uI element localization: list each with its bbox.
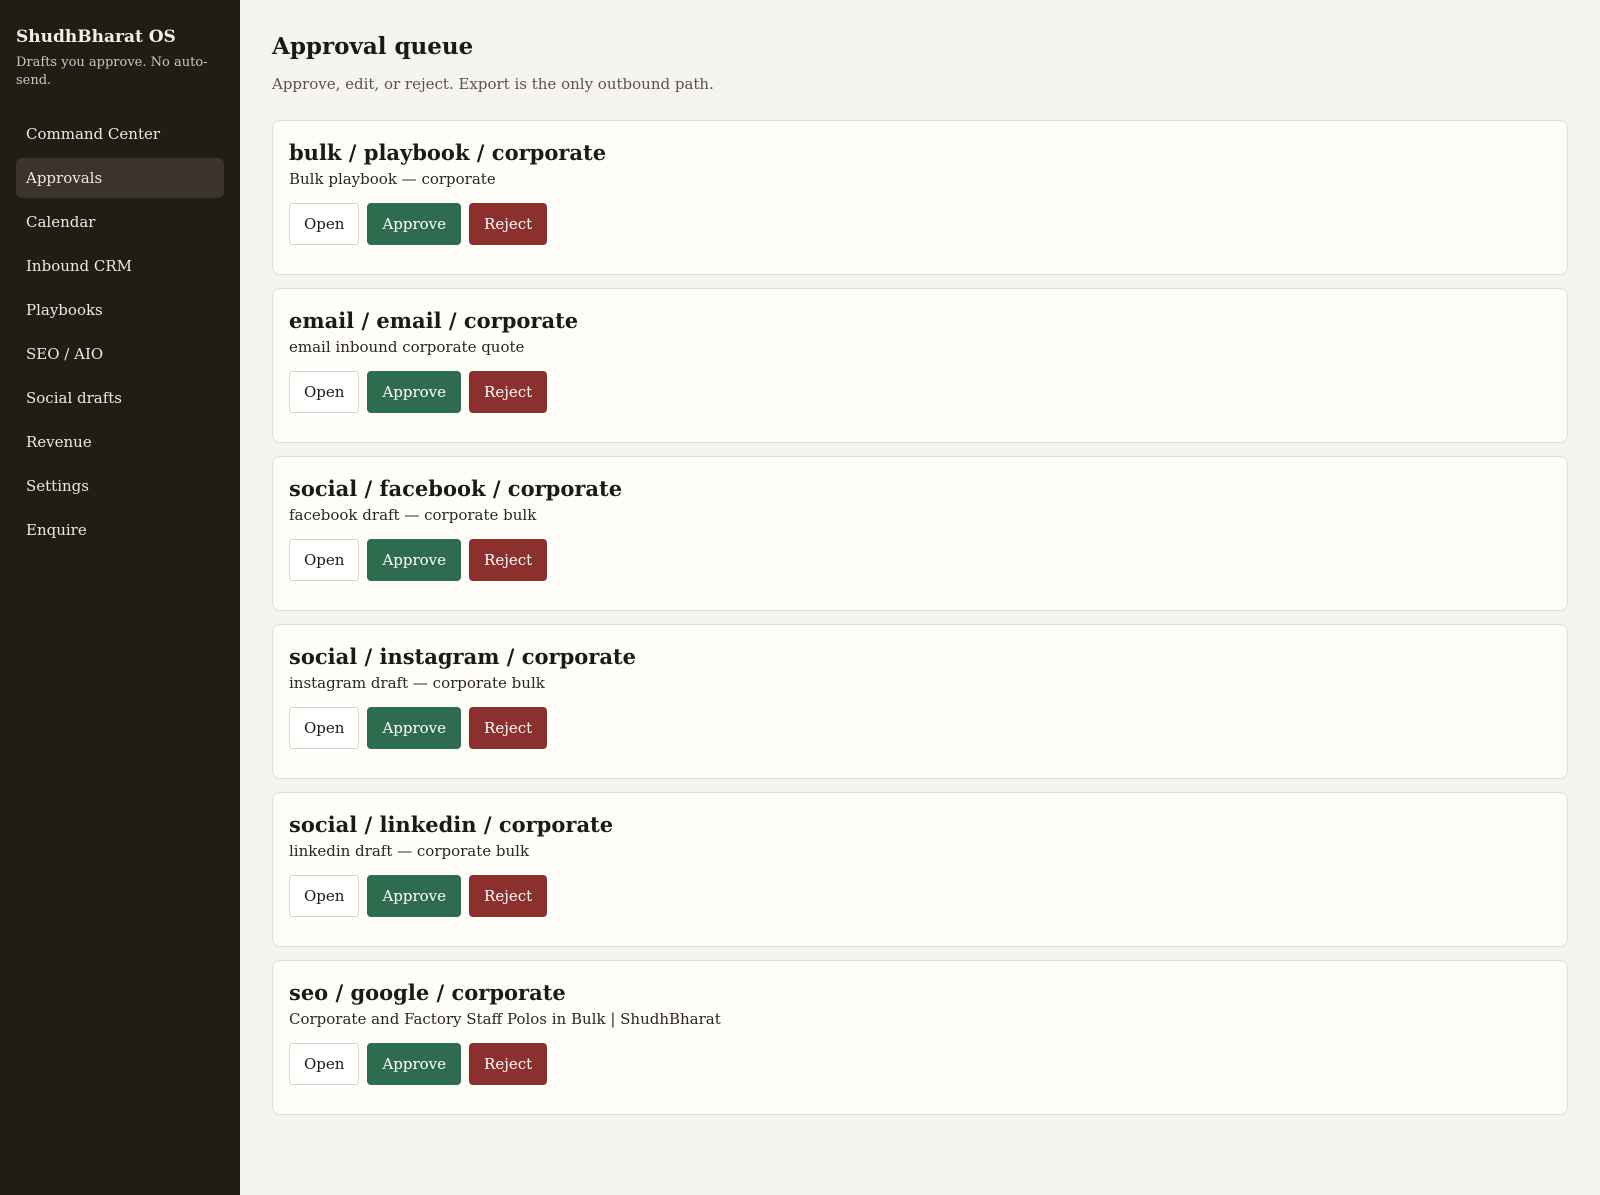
approval-card-description: email inbound corporate quote <box>289 338 525 356</box>
approval-card-description: facebook draft — corporate bulk <box>289 506 537 524</box>
page-subtitle: Approve, edit, or reject. Export is the … <box>272 75 714 93</box>
open-button[interactable]: Open <box>289 1043 360 1085</box>
sidebar: ShudhBharat OS Drafts you approve. No au… <box>0 0 240 1195</box>
approval-card-description: Corporate and Factory Staff Polos in Bul… <box>289 1010 721 1028</box>
open-button[interactable]: Open <box>289 203 360 245</box>
open-button[interactable]: Open <box>289 875 360 917</box>
sidebar-item-playbooks[interactable]: Playbooks <box>16 290 224 330</box>
approve-button[interactable]: Approve <box>367 875 462 917</box>
approval-card-actions: Open Approve Reject <box>289 203 1551 245</box>
reject-button[interactable]: Reject <box>469 371 548 413</box>
reject-button[interactable]: Reject <box>469 1043 548 1085</box>
approval-card-title: social / linkedin / corporate <box>289 812 614 837</box>
sidebar-item-social-drafts[interactable]: Social drafts <box>16 378 224 418</box>
open-button[interactable]: Open <box>289 371 360 413</box>
approve-button[interactable]: Approve <box>367 707 462 749</box>
sidebar-item-enquire[interactable]: Enquire <box>16 510 224 550</box>
approval-card-actions: Open Approve Reject <box>289 1043 1551 1085</box>
approval-card: seo / google / corporate Corporate and F… <box>272 960 1568 1115</box>
approval-card-title: social / instagram / corporate <box>289 644 636 669</box>
sidebar-nav: Command Center Approvals Calendar Inboun… <box>16 114 224 550</box>
approval-card: social / facebook / corporate facebook d… <box>272 456 1568 611</box>
approval-card-title: seo / google / corporate <box>289 980 566 1005</box>
approve-button[interactable]: Approve <box>367 539 462 581</box>
approval-card-title: email / email / corporate <box>289 308 579 333</box>
approve-button[interactable]: Approve <box>367 371 462 413</box>
main-content: Approval queue Approve, edit, or reject.… <box>240 0 1600 1195</box>
open-button[interactable]: Open <box>289 539 360 581</box>
sidebar-item-seo-aio[interactable]: SEO / AIO <box>16 334 224 374</box>
approval-card-title: social / facebook / corporate <box>289 476 623 501</box>
approval-card-description: linkedin draft — corporate bulk <box>289 842 530 860</box>
sidebar-item-settings[interactable]: Settings <box>16 466 224 506</box>
approval-card-description: Bulk playbook — corporate <box>289 170 496 188</box>
approval-queue: bulk / playbook / corporate Bulk playboo… <box>272 120 1568 1115</box>
approval-card: social / linkedin / corporate linkedin d… <box>272 792 1568 947</box>
reject-button[interactable]: Reject <box>469 539 548 581</box>
page-title: Approval queue <box>272 33 474 60</box>
approval-card: email / email / corporate email inbound … <box>272 288 1568 443</box>
reject-button[interactable]: Reject <box>469 203 548 245</box>
approval-card-title: bulk / playbook / corporate <box>289 140 607 165</box>
sidebar-item-inbound-crm[interactable]: Inbound CRM <box>16 246 224 286</box>
reject-button[interactable]: Reject <box>469 875 548 917</box>
app-tagline: Drafts you approve. No auto-send. <box>16 55 208 88</box>
approval-card: social / instagram / corporate instagram… <box>272 624 1568 779</box>
approval-card-description: instagram draft — corporate bulk <box>289 674 545 692</box>
approve-button[interactable]: Approve <box>367 203 462 245</box>
approval-card: bulk / playbook / corporate Bulk playboo… <box>272 120 1568 275</box>
app-brand: ShudhBharat OS <box>16 27 176 47</box>
reject-button[interactable]: Reject <box>469 707 548 749</box>
approval-card-actions: Open Approve Reject <box>289 707 1551 749</box>
sidebar-item-approvals[interactable]: Approvals <box>16 158 224 198</box>
sidebar-item-command-center[interactable]: Command Center <box>16 114 224 154</box>
sidebar-item-revenue[interactable]: Revenue <box>16 422 224 462</box>
sidebar-item-calendar[interactable]: Calendar <box>16 202 224 242</box>
approve-button[interactable]: Approve <box>367 1043 462 1085</box>
open-button[interactable]: Open <box>289 707 360 749</box>
approval-card-actions: Open Approve Reject <box>289 539 1551 581</box>
approval-card-actions: Open Approve Reject <box>289 875 1551 917</box>
approval-card-actions: Open Approve Reject <box>289 371 1551 413</box>
